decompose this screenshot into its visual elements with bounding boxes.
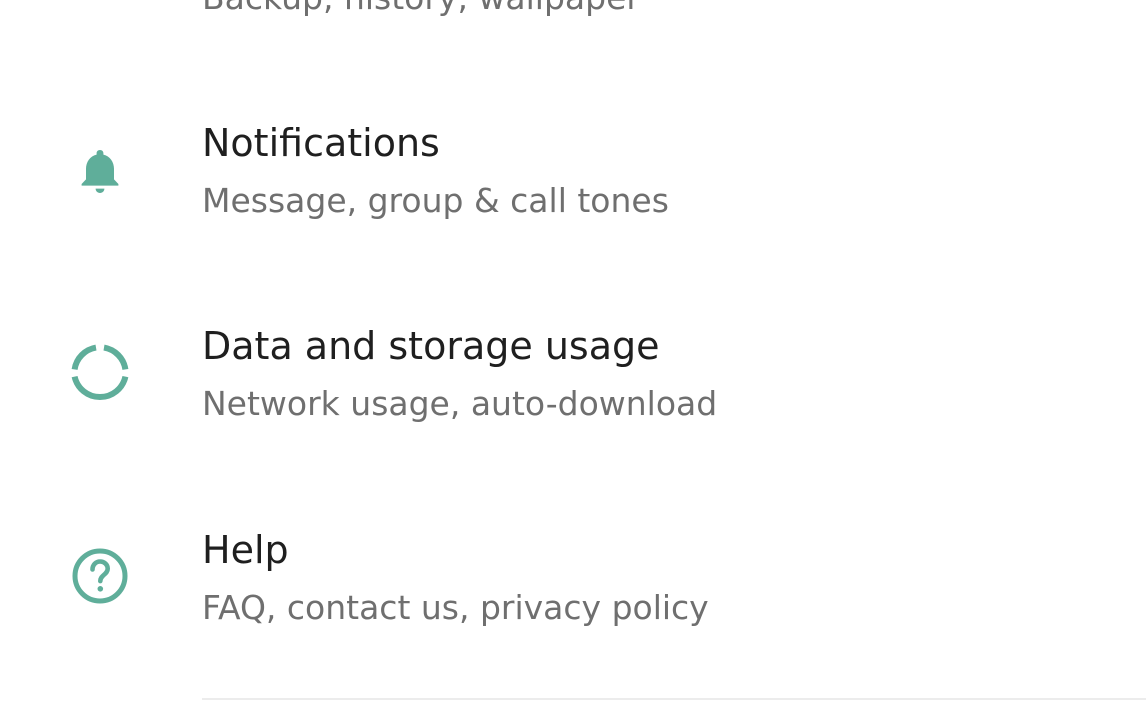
settings-item-help-subtitle: FAQ, contact us, privacy policy [202, 588, 709, 627]
settings-item-data-storage[interactable]: Data and storage usage Network usage, au… [0, 303, 1146, 473]
settings-item-notifications[interactable]: Notifications Message, group & call tone… [0, 100, 1146, 270]
settings-item-chats[interactable]: Backup, history, wallpaper [0, 0, 1146, 70]
settings-item-chats-subtitle: Backup, history, wallpaper [202, 0, 640, 18]
settings-item-help[interactable]: Help FAQ, contact us, privacy policy [0, 506, 1146, 676]
settings-item-data-storage-subtitle: Network usage, auto-download [202, 384, 718, 423]
settings-item-data-storage-title: Data and storage usage [202, 324, 660, 368]
help-circle-icon [64, 540, 136, 612]
settings-item-notifications-subtitle: Message, group & call tones [202, 181, 669, 220]
list-divider [202, 698, 1146, 700]
settings-item-notifications-title: Notifications [202, 121, 440, 165]
bell-icon [64, 134, 136, 206]
settings-list: Backup, history, wallpaper Notifications… [0, 0, 1146, 716]
settings-item-help-title: Help [202, 528, 289, 572]
data-usage-icon [64, 337, 136, 409]
